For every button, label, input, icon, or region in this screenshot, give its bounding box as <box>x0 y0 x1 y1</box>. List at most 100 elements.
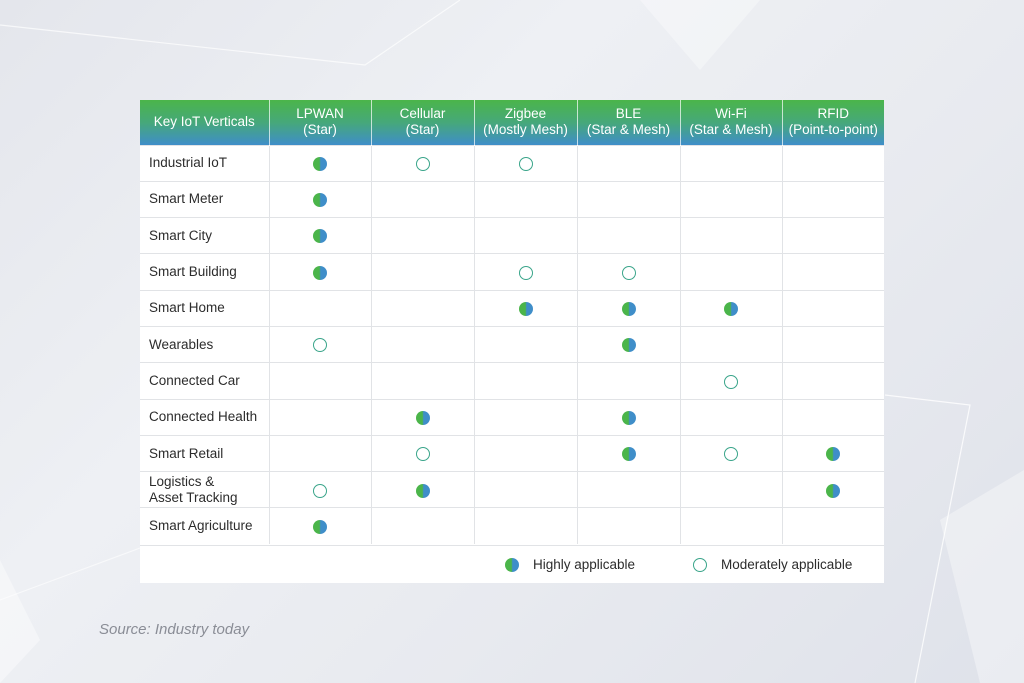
highly-applicable-icon <box>415 410 430 425</box>
legend: Highly applicable Moderately applicable <box>140 545 884 584</box>
table-cell <box>781 289 884 327</box>
row-label-line: Smart Building <box>149 264 237 280</box>
table-cell <box>473 289 577 327</box>
table-row: Smart Home <box>140 289 884 327</box>
table-cell <box>473 471 577 508</box>
column-header-topology: (Star & Mesh) <box>689 122 773 138</box>
table-cell <box>679 289 782 327</box>
row-label: Smart Retail <box>140 434 269 472</box>
row-label-line: Wearables <box>149 336 214 352</box>
table-cell <box>473 144 577 182</box>
table-cell <box>781 253 884 291</box>
table-cell <box>370 253 474 291</box>
row-label-line: Asset Tracking <box>149 489 238 505</box>
table-cell <box>781 325 884 363</box>
source-caption: Source: Industry today <box>99 621 250 638</box>
row-label-line: Industrial IoT <box>149 155 228 171</box>
column-header-cellular: Cellular (Star) <box>370 100 474 145</box>
table-cell <box>473 325 577 363</box>
column-header-rfid: RFID (Point-to-point) <box>781 100 884 145</box>
moderately-applicable-icon <box>518 156 533 171</box>
table-cell <box>370 434 474 472</box>
table-cell <box>370 362 474 400</box>
table-cell <box>268 217 371 254</box>
highly-applicable-icon <box>826 483 841 498</box>
highly-applicable-icon <box>313 229 327 244</box>
highly-applicable-icon <box>313 193 327 208</box>
table-cell <box>576 217 680 254</box>
column-header-topology: (Mostly Mesh) <box>483 122 568 138</box>
column-header-lpwan: LPWAN (Star) <box>268 100 371 145</box>
moderately-applicable-icon <box>415 156 430 171</box>
column-header-verticals: Key IoT Verticals <box>140 100 269 145</box>
highly-applicable-icon <box>724 302 738 317</box>
column-header-title: LPWAN <box>296 106 344 122</box>
moderately-applicable-icon <box>724 447 738 462</box>
moderately-applicable-icon <box>621 265 636 280</box>
row-label: Wearables <box>140 325 269 363</box>
highly-applicable-icon <box>313 265 327 280</box>
table-cell <box>370 507 474 545</box>
table-row: Smart Retail <box>140 434 884 472</box>
highly-applicable-icon <box>621 447 636 462</box>
table-cell <box>576 180 680 218</box>
table-row: Smart Agriculture <box>140 507 884 545</box>
table-cell <box>576 362 680 400</box>
table-cell <box>781 362 884 400</box>
table-cell <box>473 507 577 545</box>
column-header-title: RFID <box>817 106 850 122</box>
table-cell <box>268 325 371 363</box>
column-header-title: Cellular <box>399 106 446 122</box>
highly-applicable-icon <box>621 302 636 317</box>
table-cell <box>576 398 680 436</box>
table-cell <box>576 507 680 545</box>
table-cell <box>576 434 680 472</box>
moderately-applicable-icon <box>518 265 533 280</box>
table-cell <box>268 398 371 436</box>
column-header-ble: BLE (Star & Mesh) <box>576 100 680 145</box>
highly-applicable-icon <box>313 156 327 171</box>
moderately-applicable-icon <box>313 338 327 353</box>
table-cell <box>370 144 474 182</box>
table-cell <box>576 325 680 363</box>
iot-verticals-table: Key IoT Verticals LPWAN (Star) Cellular (Sta… <box>140 100 884 545</box>
row-label: Industrial IoT <box>140 144 269 182</box>
table-row: Connected Car <box>140 362 884 400</box>
column-header-title: Key IoT Verticals <box>153 114 255 130</box>
column-header-topology: (Star) <box>405 122 440 138</box>
legend-label-high: Highly applicable <box>533 557 636 572</box>
table-cell <box>268 180 371 218</box>
column-header-topology: (Star) <box>303 122 337 138</box>
highly-applicable-icon <box>826 447 841 462</box>
column-header-title: Zigbee <box>504 106 547 122</box>
table-cell <box>781 398 884 436</box>
table-cell <box>473 217 577 254</box>
moderately-applicable-icon <box>415 447 430 462</box>
column-header-wi-fi: Wi-Fi (Star & Mesh) <box>679 100 782 145</box>
row-label: Connected Health <box>140 398 269 436</box>
table-cell <box>781 217 884 254</box>
highly-applicable-icon <box>415 483 430 498</box>
table-cell <box>679 398 782 436</box>
table-row: Smart Meter <box>140 180 884 218</box>
moderately-applicable-icon <box>693 557 707 572</box>
table-cell <box>370 180 474 218</box>
table-cell <box>370 289 474 327</box>
table-cell <box>576 144 680 182</box>
table-cell <box>679 362 782 400</box>
column-header-title: Wi-Fi <box>715 106 747 122</box>
highly-applicable-icon <box>621 338 636 353</box>
moderately-applicable-icon <box>724 374 738 389</box>
table-cell <box>679 217 782 254</box>
table-cell <box>473 434 577 472</box>
row-label-line: Smart City <box>149 227 213 243</box>
table-cell <box>781 507 884 545</box>
table-cell <box>781 471 884 508</box>
table-row: Smart Building <box>140 253 884 291</box>
column-header-title: BLE <box>615 106 642 122</box>
table-cell <box>473 180 577 218</box>
row-label: Smart Agriculture <box>140 507 269 545</box>
table-cell <box>679 180 782 218</box>
highly-applicable-icon <box>518 302 533 317</box>
table-cell <box>679 253 782 291</box>
